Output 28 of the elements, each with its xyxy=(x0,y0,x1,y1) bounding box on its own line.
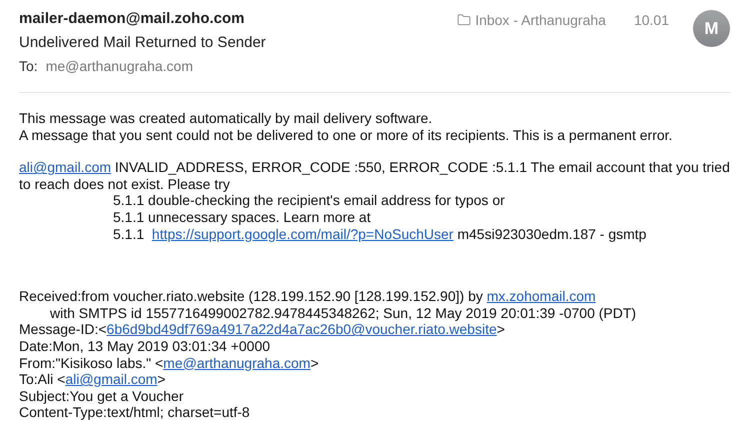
message-line: This message was created automatically by mail delivery software. xyxy=(19,110,434,127)
message-line: Subject:You get a Voucher xyxy=(19,388,184,404)
received-time: 10.01 xyxy=(634,12,669,28)
email-link[interactable]: ali@gmail.com xyxy=(19,159,112,176)
email-link[interactable]: mx.zohomail.com xyxy=(486,288,596,304)
message-line: 5.1.1 double-checking the recipient's email address for typos or xyxy=(112,192,506,209)
message-line: From:"Kisikoso labs." <me@arthanugraha.com> xyxy=(19,354,320,372)
email-link[interactable]: https://support.google.com/mail/?p=NoSuchUser xyxy=(152,226,454,242)
folder-icon xyxy=(457,13,472,27)
message-line: with SMTPS id 1557716499002782.9478445348262; Sun, 12 May 2019 20:01:39 -0700 (PDT) xyxy=(49,304,638,322)
recipient-address: me@arthanugraha.com xyxy=(46,57,193,75)
message-line: Received:from voucher.riato.website (128.199.152.90 [128.199.152.90]) by mx.zohomail.com xyxy=(19,288,597,305)
message-line: Date:Mon, 13 May 2019 03:01:34 +0000 xyxy=(19,338,272,355)
email-subject: Undelivered Mail Returned to Sender xyxy=(19,33,266,53)
message-line: Content-Type:text/html; charset=utf-8 xyxy=(19,404,251,421)
to-label: To: xyxy=(19,57,38,75)
email-link[interactable]: ali@gmail.com xyxy=(65,371,158,388)
sender-address: mailer-daemon@mail.zoho.com xyxy=(19,10,246,28)
message-line: 5.1.1 https://support.google.com/mail/?p=NoSuchUser m45si923030edm.187 - gsmtp xyxy=(112,226,648,242)
message-line: ali@gmail.com INVALID_ADDRESS, ERROR_CODE :550, ERROR_CODE :5.1.1 The email account that you tried to reach does not exist. Please try xyxy=(19,159,731,192)
email-link[interactable]: me@arthanugraha.com xyxy=(163,354,310,371)
message-line: 5.1.1 unnecessary spaces. Learn more at xyxy=(112,208,372,226)
message-line: A message that you sent could not be delivered to one or more of its recipients. This is a permanent error. xyxy=(19,126,674,144)
message-line: To:Ali <ali@gmail.com> xyxy=(19,371,167,388)
email-link[interactable]: 6b6d9bd49df769a4917a22d4a7ac26b0@voucher.riato.website xyxy=(106,321,497,338)
mailbox-label: Inbox - Arthanugraha xyxy=(475,12,606,28)
sender-avatar: M xyxy=(693,10,730,47)
message-line: Message-ID:<6b6d9bd49df769a4917a22d4a7ac26b0@voucher.riato.website> xyxy=(19,321,506,338)
